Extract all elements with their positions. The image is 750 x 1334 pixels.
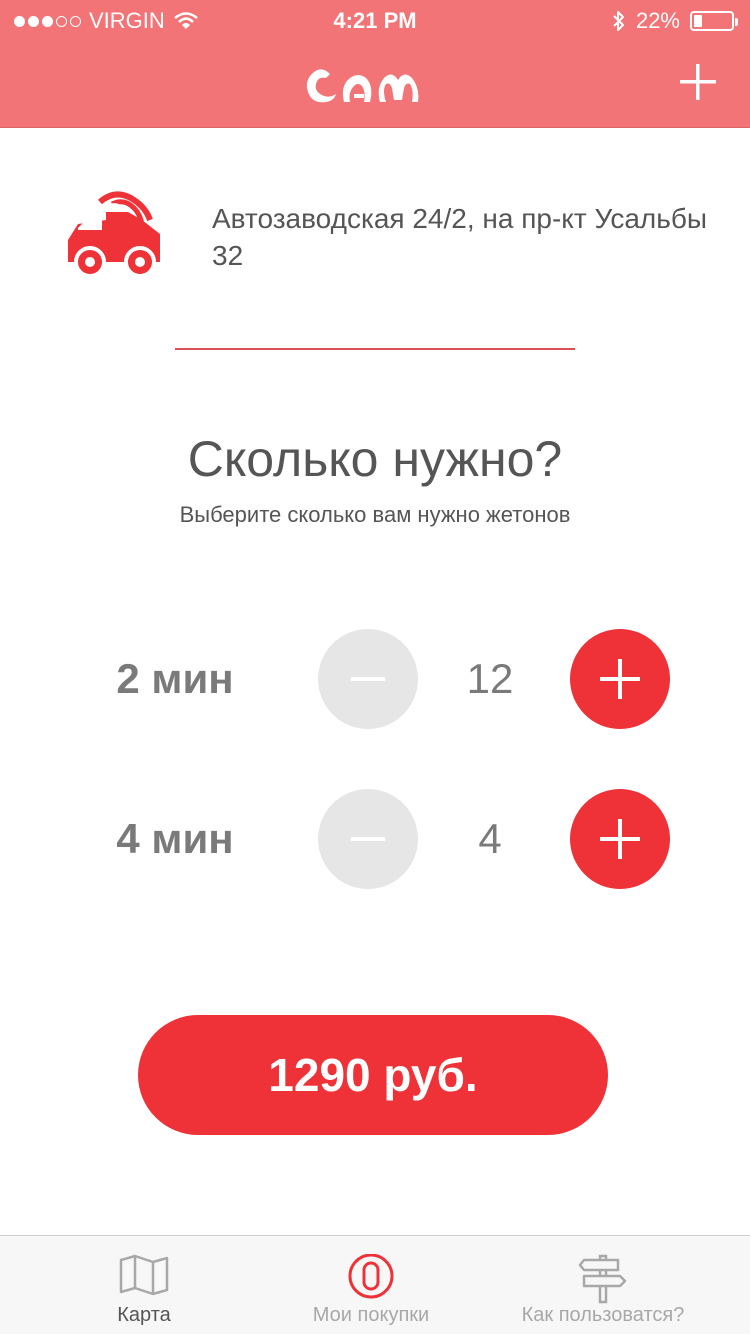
map-icon [119,1254,169,1296]
tab-label: Как пользоватся? [521,1304,685,1326]
tab-bar: Карта Мои покупки Как пользоватся? [0,1235,750,1334]
token-count: 12 [466,655,514,702]
increase-button[interactable] [570,629,670,729]
status-bar: VIRGIN 4:21 PM 22% [0,0,750,40]
minus-icon [351,837,385,841]
tab-label: Карта [117,1304,171,1326]
location-address: Автозаводская 24/2, на пр-кт Усальбы 32 [212,203,708,271]
plus-icon [600,819,640,859]
token-count: 4 [478,815,502,862]
car-wash-icon [68,191,160,276]
decrease-button[interactable] [318,629,418,729]
token-duration-label: 4 мин [116,815,234,862]
minus-icon [351,677,385,681]
token-duration-label: 2 мин [116,655,234,702]
quantity-title: Сколько нужно? [187,431,563,487]
bluetooth-icon [613,11,624,31]
token-icon [348,1254,394,1299]
signpost-icon [578,1254,627,1304]
buy-button[interactable]: 1290 руб. [138,1015,608,1135]
battery-percent: 22% [635,8,680,33]
section-divider [175,348,575,350]
tab-how-to-use[interactable]: Как пользоватся? [478,1236,728,1334]
tab-my-purchases[interactable]: Мои покупки [246,1236,496,1334]
token-row-2min: 2 мин 12 [0,629,750,729]
brand-logo [306,69,419,103]
add-location-button[interactable] [676,60,720,104]
battery-icon [690,11,738,31]
tab-map[interactable]: Карта [19,1236,269,1334]
quantity-subtitle: Выберите сколько вам нужно жетонов [179,502,571,527]
tab-label: Мои покупки [312,1304,430,1326]
app-header: VIRGIN 4:21 PM 22% [0,0,750,128]
token-row-4min: 4 мин 4 [0,789,750,889]
increase-button[interactable] [570,789,670,889]
plus-icon [600,659,640,699]
decrease-button[interactable] [318,789,418,889]
plus-icon [680,64,716,100]
